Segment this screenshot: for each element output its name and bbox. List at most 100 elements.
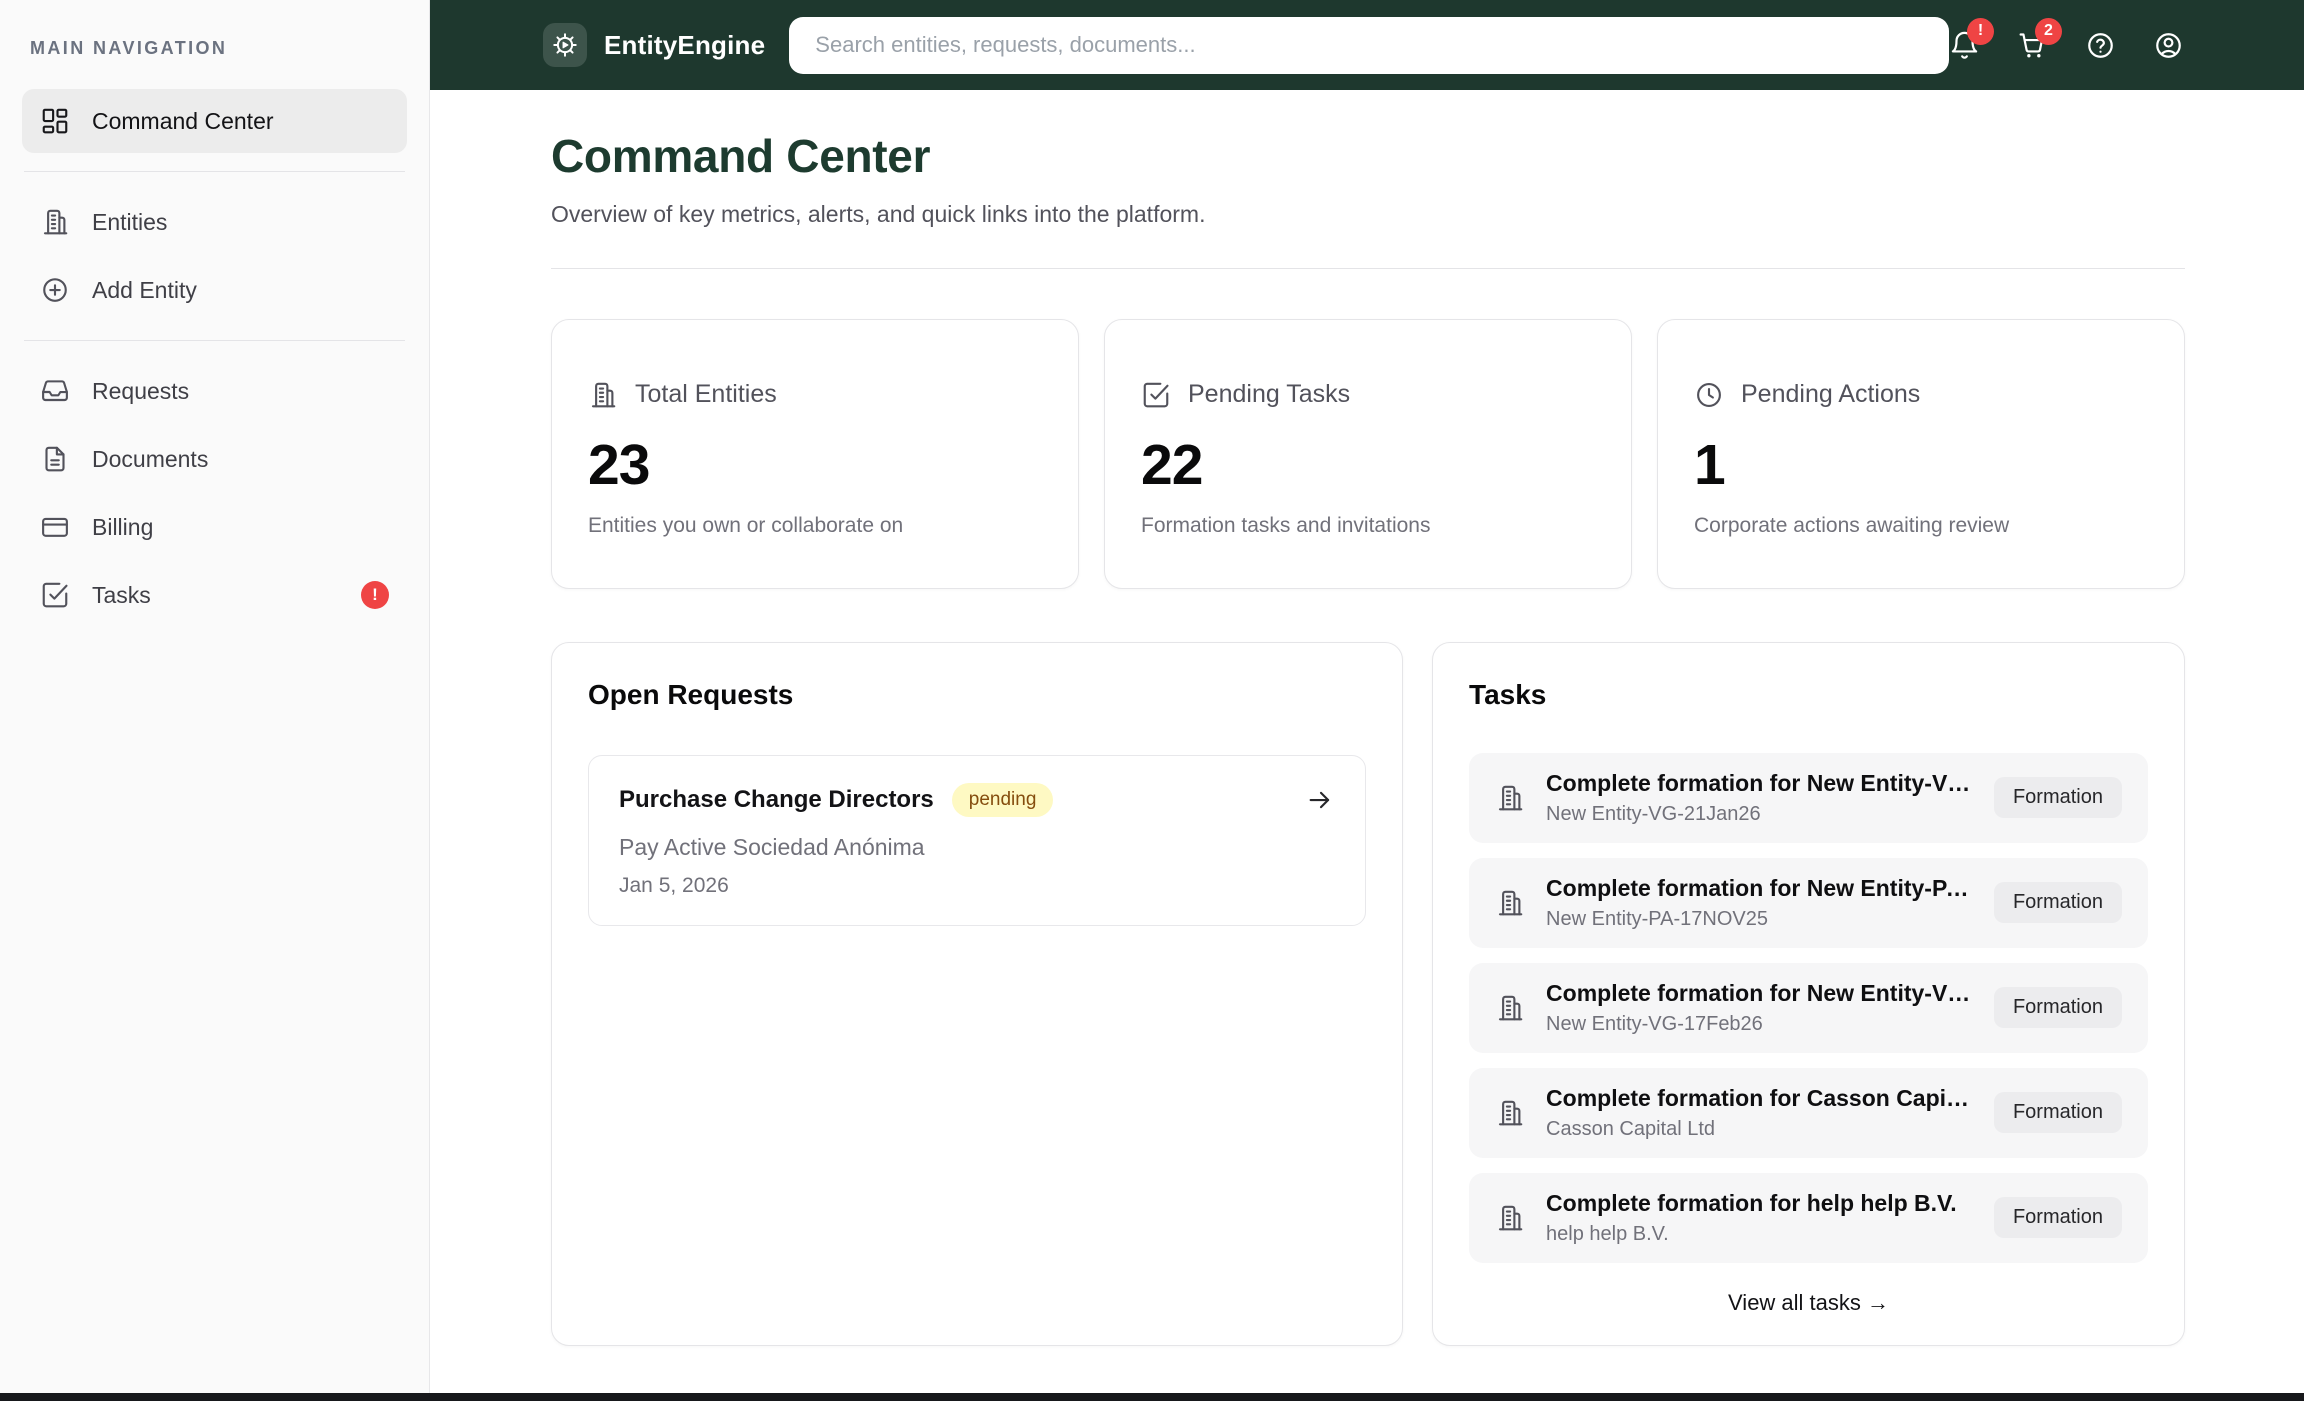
sidebar-item-add-entity[interactable]: Add Entity xyxy=(22,258,407,322)
request-date: Jan 5, 2026 xyxy=(619,874,1335,898)
layout-grid-icon xyxy=(40,106,70,136)
stat-description: Formation tasks and invitations xyxy=(1141,514,1595,538)
sidebar-item-tasks[interactable]: Tasks ! xyxy=(22,563,407,627)
sidebar-divider xyxy=(24,340,405,341)
sidebar-item-documents[interactable]: Documents xyxy=(22,427,407,491)
help-circle-icon xyxy=(2085,30,2116,61)
sidebar-item-command-center[interactable]: Command Center xyxy=(22,89,407,153)
sidebar-item-label: Entities xyxy=(92,209,167,236)
stat-pending-tasks: Pending Tasks 22 Formation tasks and inv… xyxy=(1104,319,1632,589)
task-list: Complete formation for New Entity-VG-21J… xyxy=(1469,753,2148,1263)
task-entity: Casson Capital Ltd xyxy=(1546,1118,1973,1141)
sidebar-item-label: Documents xyxy=(92,446,208,473)
building-icon xyxy=(40,207,70,237)
stat-value: 1 xyxy=(1694,432,2148,498)
task-item[interactable]: Complete formation for New Entity-VG-17F… xyxy=(1469,963,2148,1053)
task-title: Complete formation for New Entity-VG-17F… xyxy=(1546,980,1973,1007)
formation-tag: Formation xyxy=(1994,882,2122,923)
task-item[interactable]: Complete formation for New Entity-VG-21J… xyxy=(1469,753,2148,843)
stat-label: Total Entities xyxy=(635,380,777,409)
plus-circle-icon xyxy=(40,275,70,305)
notifications-button[interactable]: ! xyxy=(1949,30,1980,61)
task-title: Complete formation for New Entity-VG-21J… xyxy=(1546,770,1973,797)
top-header: EntityEngine ! 2 xyxy=(430,0,2304,90)
alert-badge: ! xyxy=(361,581,389,609)
task-entity: New Entity-VG-21Jan26 xyxy=(1546,803,1973,826)
formation-tag: Formation xyxy=(1994,1197,2122,1238)
stat-pending-actions: Pending Actions 1 Corporate actions awai… xyxy=(1657,319,2185,589)
open-requests-title: Open Requests xyxy=(588,679,1366,711)
page-subtitle: Overview of key metrics, alerts, and qui… xyxy=(551,201,2185,228)
gear-icon xyxy=(543,23,587,67)
formation-tag: Formation xyxy=(1994,777,2122,818)
check-square-icon xyxy=(1141,380,1171,410)
open-requests-panel: Open Requests Purchase Change Directors … xyxy=(551,642,1403,1346)
cart-button[interactable]: 2 xyxy=(2017,30,2048,61)
stat-value: 23 xyxy=(588,432,1042,498)
arrow-right-icon xyxy=(1305,785,1335,815)
task-title: Complete formation for Casson Capital Lt… xyxy=(1546,1085,1973,1112)
brand-name: EntityEngine xyxy=(604,30,765,61)
building-icon xyxy=(1495,993,1525,1023)
view-all-tasks-link[interactable]: View all tasks → xyxy=(1469,1290,2148,1316)
content-area: Command Center Overview of key metrics, … xyxy=(430,90,2304,1401)
clock-icon xyxy=(1694,380,1724,410)
building-icon xyxy=(1495,888,1525,918)
sidebar-item-label: Tasks xyxy=(92,582,151,609)
sidebar-divider xyxy=(24,171,405,172)
bottom-edge xyxy=(0,1393,2304,1401)
building-icon xyxy=(1495,1098,1525,1128)
sidebar-item-requests[interactable]: Requests xyxy=(22,359,407,423)
brand: EntityEngine xyxy=(543,23,765,67)
task-item[interactable]: Complete formation for New Entity-PA-17N… xyxy=(1469,858,2148,948)
stat-label: Pending Actions xyxy=(1741,380,1920,409)
stats-row: Total Entities 23 Entities you own or co… xyxy=(551,319,2185,589)
stat-description: Entities you own or collaborate on xyxy=(588,514,1042,538)
request-list: Purchase Change Directors pending Pay Ac… xyxy=(588,755,1366,926)
sidebar-item-label: Requests xyxy=(92,378,189,405)
account-button[interactable] xyxy=(2153,30,2184,61)
task-entity: New Entity-VG-17Feb26 xyxy=(1546,1013,1973,1036)
formation-tag: Formation xyxy=(1994,987,2122,1028)
task-item[interactable]: Complete formation for help help B.V. he… xyxy=(1469,1173,2148,1263)
tasks-title: Tasks xyxy=(1469,679,2148,711)
user-circle-icon xyxy=(2153,30,2184,61)
tasks-panel: Tasks Complete formation for New Entity-… xyxy=(1432,642,2185,1346)
inbox-icon xyxy=(40,376,70,406)
sidebar-item-label: Command Center xyxy=(92,108,274,135)
stat-label: Pending Tasks xyxy=(1188,380,1350,409)
building-icon xyxy=(588,380,618,410)
count-badge: ! xyxy=(1967,18,1994,45)
divider xyxy=(551,268,2185,269)
stat-description: Corporate actions awaiting review xyxy=(1694,514,2148,538)
building-icon xyxy=(1495,783,1525,813)
help-button[interactable] xyxy=(2085,30,2116,61)
status-badge: pending xyxy=(952,783,1054,817)
header-actions: ! 2 xyxy=(1949,30,2184,61)
sidebar-section-label: MAIN NAVIGATION xyxy=(30,38,407,59)
task-title: Complete formation for New Entity-PA-17N… xyxy=(1546,875,1973,902)
request-entity: Pay Active Sociedad Anónima xyxy=(619,834,1335,861)
file-icon xyxy=(40,444,70,474)
sidebar: MAIN NAVIGATION Command Center Entities … xyxy=(0,0,430,1401)
task-entity: New Entity-PA-17NOV25 xyxy=(1546,908,1973,931)
task-entity: help help B.V. xyxy=(1546,1223,1957,1246)
formation-tag: Formation xyxy=(1994,1092,2122,1133)
sidebar-item-label: Billing xyxy=(92,514,153,541)
app-window: MAIN NAVIGATION Command Center Entities … xyxy=(0,0,2304,1401)
sidebar-item-entities[interactable]: Entities xyxy=(22,190,407,254)
request-title: Purchase Change Directors xyxy=(619,786,934,814)
panels-row: Open Requests Purchase Change Directors … xyxy=(551,642,2185,1346)
count-badge: 2 xyxy=(2035,18,2062,45)
task-title: Complete formation for help help B.V. xyxy=(1546,1190,1957,1217)
credit-card-icon xyxy=(40,512,70,542)
main-column: EntityEngine ! 2 xyxy=(430,0,2304,1401)
page-title: Command Center xyxy=(551,130,2185,183)
stat-value: 22 xyxy=(1141,432,1595,498)
request-item-purchase-change-directors[interactable]: Purchase Change Directors pending Pay Ac… xyxy=(588,755,1366,926)
task-item[interactable]: Complete formation for Casson Capital Lt… xyxy=(1469,1068,2148,1158)
search-input[interactable] xyxy=(789,17,1949,74)
building-icon xyxy=(1495,1203,1525,1233)
sidebar-nav: Command Center Entities Add Entity Reque… xyxy=(22,89,407,627)
sidebar-item-billing[interactable]: Billing xyxy=(22,495,407,559)
